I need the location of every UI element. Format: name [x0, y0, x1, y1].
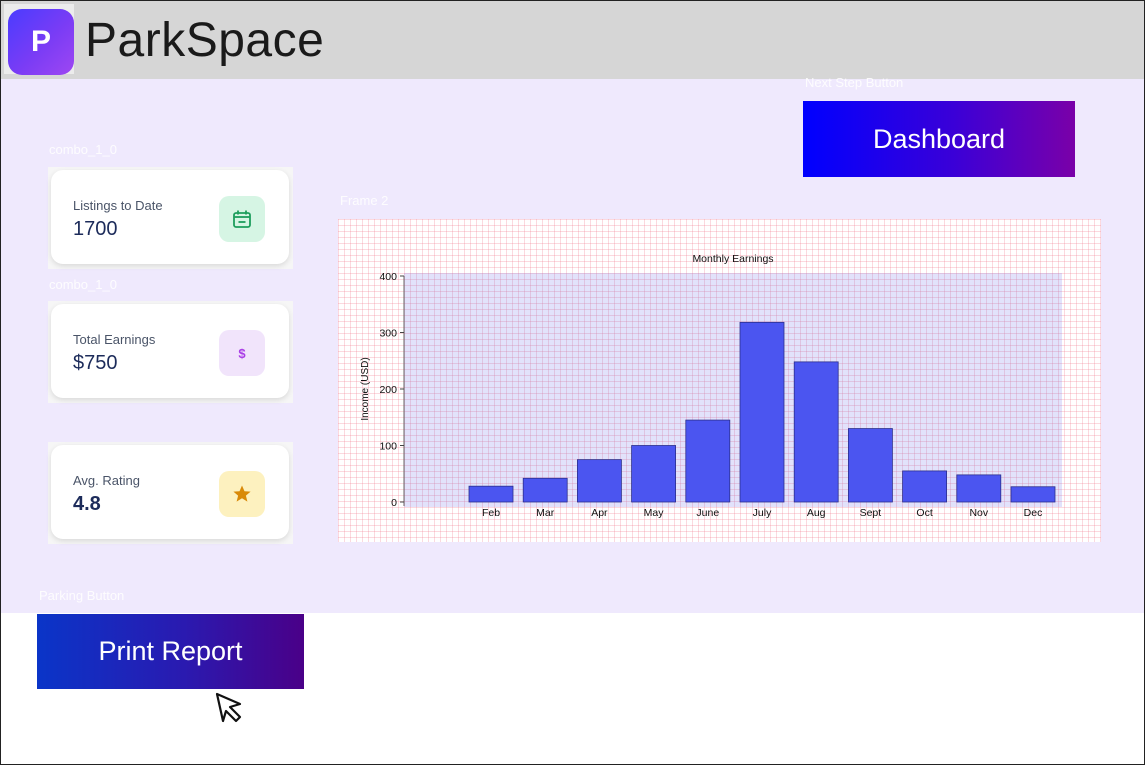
- stat-label: Listings to Date: [73, 198, 163, 213]
- stat-label: Total Earnings: [73, 332, 156, 347]
- brand-title: ParkSpace: [85, 14, 325, 67]
- earnings-card: Total Earnings $750 $: [48, 301, 293, 403]
- bar: [956, 474, 1002, 503]
- chart-svg: Monthly Earnings Income (USD) 0 100 200 300 40…: [360, 253, 1062, 519]
- y-tick-label: 400: [379, 271, 397, 283]
- bar: [576, 459, 622, 503]
- x-tick-label: Oct: [916, 507, 932, 519]
- mouse-pointer-icon: [215, 692, 242, 723]
- rating-card: Avg. Rating 4.8: [48, 442, 293, 544]
- frame-label: Frame 2: [340, 193, 389, 208]
- bar: [685, 419, 731, 503]
- x-tick-label: Feb: [482, 507, 500, 519]
- calendar-icon: [219, 196, 265, 242]
- chart-title: Monthly Earnings: [692, 253, 773, 265]
- x-tick-label: Aug: [807, 507, 826, 519]
- combo-label-1: combo_1_0: [49, 142, 117, 157]
- bar: [847, 428, 893, 503]
- bar: [1010, 486, 1056, 503]
- x-tick-label: May: [644, 507, 665, 519]
- x-tick-label: Dec: [1024, 507, 1043, 519]
- x-tick-label: Nov: [969, 507, 988, 519]
- logo-letter: P: [30, 25, 51, 58]
- x-tick-label: July: [753, 507, 772, 519]
- app-logo-icon: P: [8, 9, 74, 75]
- bar: [902, 470, 947, 503]
- parking-label: Parking Button: [39, 588, 125, 603]
- monthly-earnings-chart: Monthly Earnings Income (USD) 0 100 200 300 40…: [338, 219, 1101, 542]
- stat-value: 4.8: [73, 493, 101, 515]
- y-axis-label: Income (USD): [360, 357, 371, 420]
- star-icon: [219, 471, 265, 517]
- bar: [631, 445, 677, 503]
- stat-card: Total Earnings $750 $: [51, 304, 289, 398]
- y-tick-label: 200: [379, 384, 397, 396]
- y-tick-label: 100: [379, 441, 397, 453]
- top-header: P ParkSpace: [1, 1, 1144, 79]
- bar: [468, 485, 514, 503]
- y-tick-label: 300: [379, 328, 397, 340]
- dashboard-button[interactable]: Dashboard: [803, 101, 1075, 177]
- stat-card: Listings to Date 1700: [51, 170, 289, 264]
- bar: [793, 361, 839, 503]
- stat-value: $750: [73, 352, 118, 374]
- bar: [739, 321, 785, 503]
- combo-label-2: combo_1_0: [49, 277, 117, 292]
- y-tick-label: 0: [391, 497, 397, 509]
- listings-card: Listings to Date 1700: [48, 167, 293, 269]
- stat-value: 1700: [73, 218, 118, 240]
- stat-label: Avg. Rating: [73, 473, 140, 488]
- dollar-icon: $: [219, 330, 265, 376]
- logo-container: P: [4, 4, 74, 75]
- stat-card: Avg. Rating 4.8: [51, 445, 289, 539]
- x-tick-label: Sept: [860, 507, 882, 519]
- x-tick-label: Mar: [536, 507, 555, 519]
- plot-area: [404, 273, 1062, 507]
- x-tick-label: June: [696, 507, 719, 519]
- bar: [522, 477, 568, 503]
- print-report-button[interactable]: Print Report: [37, 614, 304, 689]
- next-step-label: Next Step Button: [805, 75, 904, 90]
- x-tick-label: Apr: [591, 507, 608, 519]
- app-frame: P ParkSpace Next Step Button Dashboard c…: [0, 0, 1145, 765]
